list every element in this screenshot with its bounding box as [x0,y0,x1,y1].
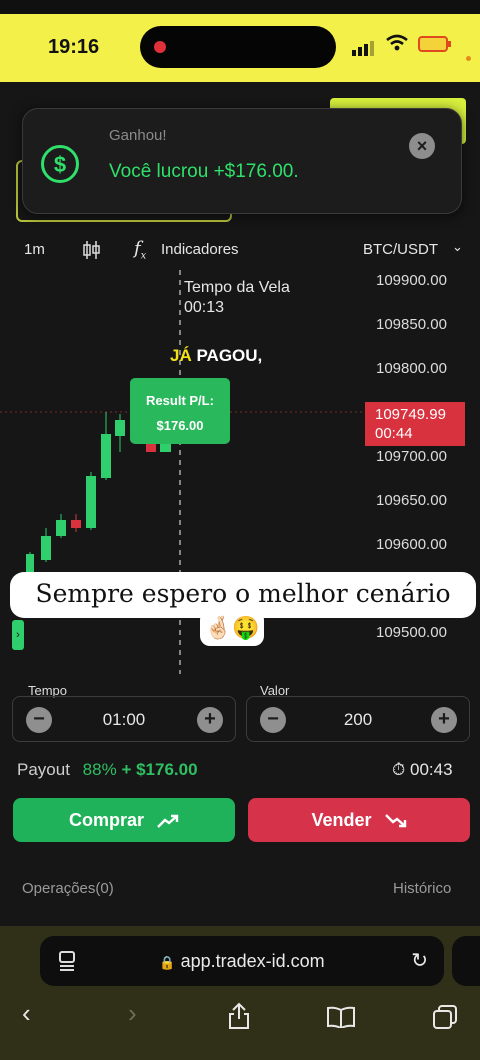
payout-row: Payout 88% + $176.00 [17,760,198,780]
forward-icon[interactable]: › [128,998,137,1029]
url-text[interactable]: 🔒 app.tradex-id.com [40,951,444,972]
price-axis-label: 109700.00 [376,448,447,465]
sell-label: Vender [311,810,372,830]
notification-message: Você lucrou +$176.00. [109,161,299,182]
bookmarks-icon[interactable] [326,1006,356,1028]
chart-toolbar: 1m fx Indicadores BTC/USDT ⌄ [0,238,480,262]
result-label: Result P/L: [146,393,214,408]
url-value: app.tradex-id.com [180,951,325,971]
dollar-icon: $ [41,145,79,183]
price-axis-label: 109800.00 [376,360,447,377]
privacy-dot [466,56,471,61]
payout-percent: 88% [82,760,117,779]
amount-stepper[interactable]: − 200 + [246,696,470,742]
price-axis-label: 109850.00 [376,316,447,333]
browser-chrome: 🔒 app.tradex-id.com ↻ ‹ › [0,926,480,1060]
price-axis-label: 109900.00 [376,272,447,289]
wifi-icon [386,34,408,58]
current-price: 109749.99 [375,406,446,423]
candle-time-readout: Tempo da Vela 00:13 [184,278,290,318]
recording-indicator [154,41,166,53]
overlay-pagou: PAGOU, [196,346,263,365]
payout-label: Payout [17,760,70,779]
candle-countdown: 00:44 [375,425,413,442]
candle-time-value: 00:13 [184,299,225,316]
sell-button[interactable]: Vender [248,798,470,842]
trend-down-icon [384,814,406,828]
indicators-button[interactable]: Indicadores [161,241,239,258]
candle-time-label: Tempo da Vela [184,279,290,296]
share-icon[interactable] [226,1002,252,1030]
battery-charging-icon [418,36,451,52]
expand-tab[interactable]: › [12,620,24,650]
reload-icon[interactable]: ↻ [411,948,428,973]
tab-history[interactable]: Histórico [393,880,451,897]
address-bar[interactable]: 🔒 app.tradex-id.com ↻ [40,936,444,986]
next-tab-preview[interactable] [452,936,480,986]
price-axis-label: 109500.00 [376,624,447,641]
stopwatch-icon: ⏱ [392,760,406,779]
timer-value: 00:43 [410,760,453,779]
plus-icon[interactable]: + [197,707,223,733]
timeframe-selector[interactable]: 1m [24,241,45,258]
back-icon[interactable]: ‹ [22,998,31,1029]
buy-button[interactable]: Comprar [13,798,235,842]
current-price-tag: 109749.99 00:44 [365,402,465,446]
overlay-headline: JÁ PAGOU, [170,346,262,366]
trade-timer: ⏱ 00:43 [392,760,453,780]
buy-label: Comprar [68,810,144,830]
close-icon[interactable]: × [409,133,435,159]
price-axis-label: 109650.00 [376,492,447,509]
plus-icon[interactable]: + [431,707,457,733]
status-bar: 19:16 [0,0,480,82]
lock-icon: 🔒 [159,955,176,970]
trend-up-icon [157,815,179,829]
candlestick-icon[interactable] [82,240,102,260]
chevron-down-icon[interactable]: ⌄ [452,239,463,255]
overlay-ja: JÁ [170,346,192,365]
tabs-icon[interactable] [432,1004,458,1030]
result-pl-badge: Result P/L: $176.00 [130,378,230,444]
win-notification: $ Ganhou! Você lucrou +$176.00. × [22,108,462,214]
price-axis-label: 109600.00 [376,536,447,553]
pair-selector[interactable]: BTC/USDT [363,241,438,258]
result-value: $176.00 [156,418,204,433]
cellular-signal-icon [352,38,376,56]
clock: 19:16 [48,36,100,58]
payout-amount: + $176.00 [121,760,198,779]
dynamic-island [140,26,336,68]
time-stepper[interactable]: − 01:00 + [12,696,236,742]
price-chart[interactable]: 109900.00 109850.00 109800.00 109749.99 … [0,262,480,682]
notification-title: Ganhou! [109,127,167,144]
function-icon[interactable]: fx [134,238,146,262]
caption-emojis: 🤞🏻🤑 [200,610,264,646]
tab-operations[interactable]: Operações(0) [22,880,114,897]
